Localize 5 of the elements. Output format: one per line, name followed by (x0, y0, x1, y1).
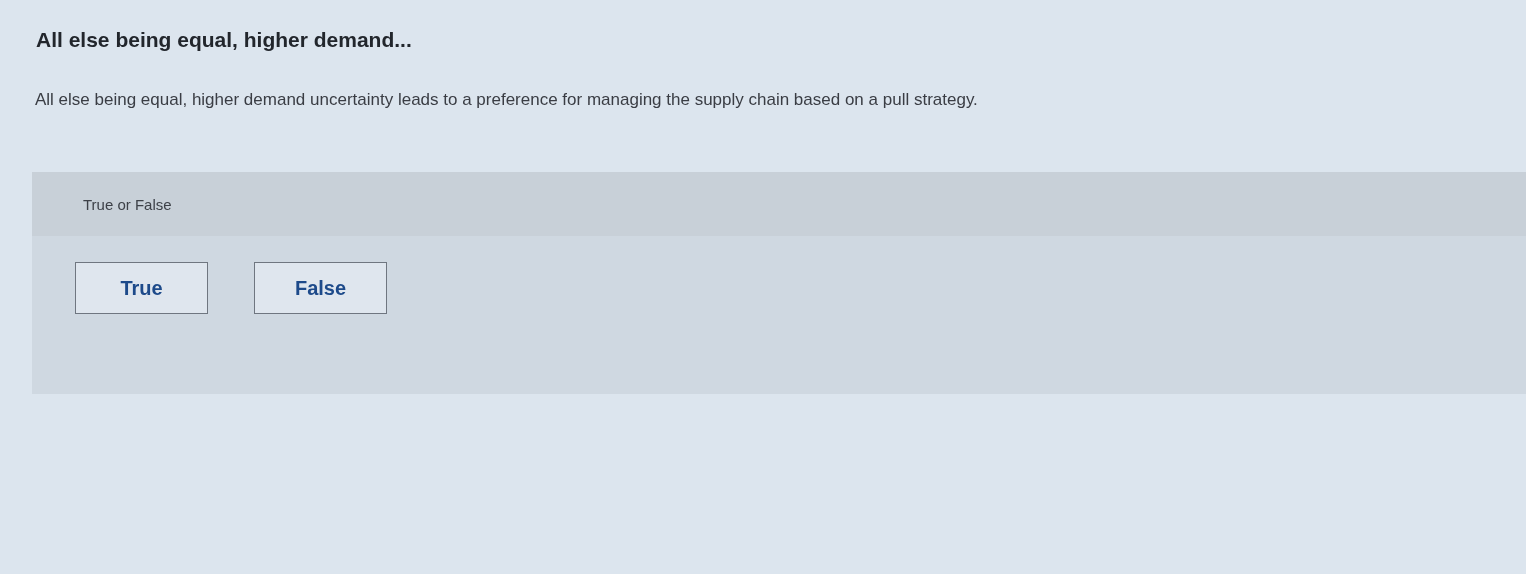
question-type-label: True or False (83, 195, 172, 213)
answer-option[interactable]: False (254, 262, 387, 314)
question-title: All else being equal, higher demand... (36, 28, 413, 52)
question-text: All else being equal, higher demand uncertainty leads to a preference for managing the supply chain based on a pull strategy. (35, 90, 979, 110)
answer-option[interactable]: True (75, 262, 208, 314)
